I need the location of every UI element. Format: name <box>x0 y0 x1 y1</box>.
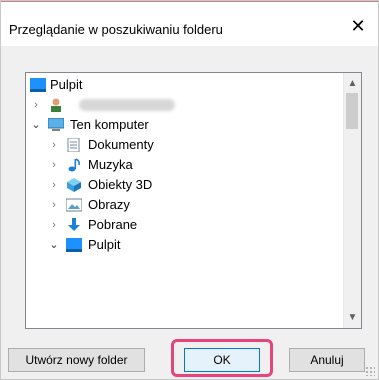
tree-item-pulpit[interactable]: ⌄ Pulpit <box>26 235 346 255</box>
tree-item-user[interactable]: › <box>26 95 346 115</box>
user-icon <box>51 98 61 112</box>
folder-tree[interactable]: Pulpit › ⌄ Ten komputer › Dokumenty › Mu… <box>25 72 362 329</box>
tree-item-ten-komputer[interactable]: ⌄ Ten komputer <box>26 115 346 135</box>
tree-item-label: Pulpit <box>88 237 121 252</box>
chevron-right-icon[interactable]: › <box>48 195 60 215</box>
resize-grip-icon[interactable] <box>365 366 375 376</box>
tree-item-muzyka[interactable]: › Muzyka <box>26 155 346 175</box>
chevron-right-icon[interactable]: › <box>48 135 60 155</box>
chevron-right-icon[interactable]: › <box>48 155 60 175</box>
documents-icon <box>67 138 80 152</box>
tree-item-pobrane[interactable]: › Pobrane <box>26 215 346 235</box>
close-button[interactable]: ✕ <box>348 16 368 36</box>
chevron-right-icon[interactable]: › <box>30 95 42 115</box>
objects-3d-icon <box>67 178 81 192</box>
tree-item-dokumenty[interactable]: › Dokumenty <box>26 135 346 155</box>
scroll-down-icon[interactable]: ▼ <box>344 309 361 326</box>
tree-item-label: Dokumenty <box>88 137 154 152</box>
desktop-icon <box>66 238 82 252</box>
download-icon <box>68 218 80 231</box>
tree-item-obrazy[interactable]: › Obrazy <box>26 195 346 215</box>
tree-item-label: Obiekty 3D <box>88 177 153 192</box>
chevron-down-icon[interactable]: ⌄ <box>30 115 42 135</box>
vertical-scrollbar[interactable]: ▲ ▼ <box>343 73 361 328</box>
computer-icon <box>48 118 64 131</box>
title-bar[interactable]: Przeglądanie w poszukiwaniu folderu ✕ <box>1 2 378 46</box>
scroll-up-icon[interactable]: ▲ <box>344 75 361 92</box>
desktop-icon <box>30 78 46 92</box>
tree-item-label: Ten komputer <box>70 117 149 132</box>
blurred-username <box>79 99 175 111</box>
tree-item-label: Pulpit <box>50 77 83 92</box>
pictures-icon <box>66 198 82 212</box>
ok-highlight-annotation <box>171 339 273 377</box>
music-icon <box>68 158 80 172</box>
scroll-thumb[interactable] <box>346 93 358 129</box>
chevron-right-icon[interactable]: › <box>48 175 60 195</box>
new-folder-button[interactable]: Utwórz nowy folder <box>8 348 145 372</box>
browse-folder-dialog: Przeglądanie w poszukiwaniu folderu ✕ Pu… <box>0 0 379 380</box>
tree-item-label: Obrazy <box>88 197 130 212</box>
tree-item-pulpit-root[interactable]: Pulpit <box>26 75 346 95</box>
chevron-right-icon[interactable]: › <box>48 215 60 235</box>
cancel-button[interactable]: Anuluj <box>289 348 365 372</box>
tree-item-obiekty-3d[interactable]: › Obiekty 3D <box>26 175 346 195</box>
dialog-title: Przeglądanie w poszukiwaniu folderu <box>9 22 223 37</box>
chevron-down-icon[interactable]: ⌄ <box>48 235 60 255</box>
tree-item-label: Pobrane <box>88 217 138 232</box>
tree-item-label: Muzyka <box>88 157 133 172</box>
